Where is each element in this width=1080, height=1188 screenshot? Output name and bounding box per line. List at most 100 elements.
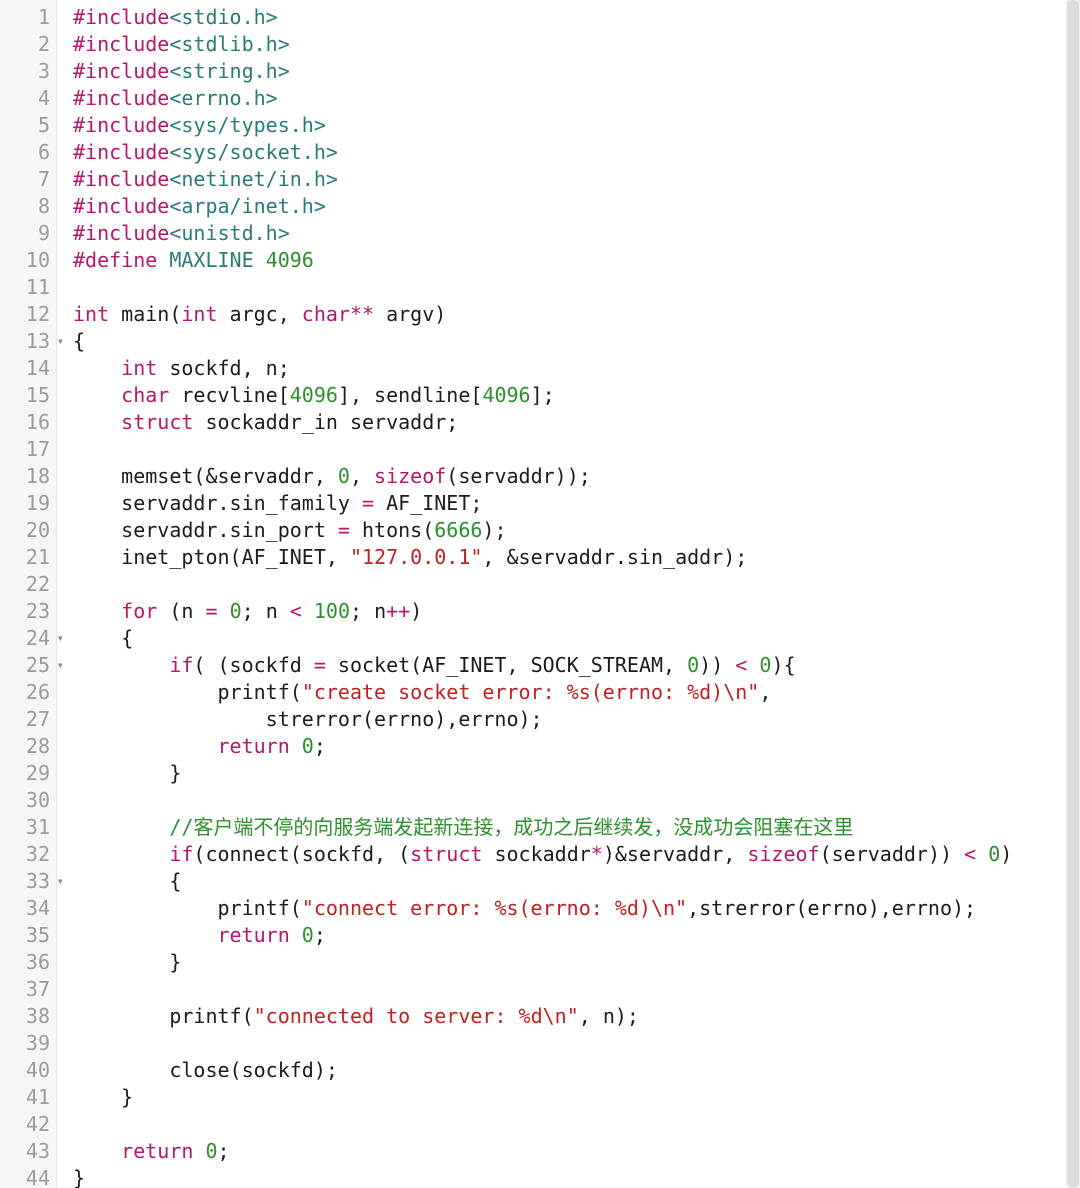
code-line[interactable]: #define MAXLINE 4096 — [73, 247, 1080, 274]
token-id — [302, 599, 314, 623]
code-line[interactable]: #include<string.h> — [73, 58, 1080, 85]
token-hdr: <netinet/in.h> — [169, 167, 338, 191]
token-kw: if — [169, 842, 193, 866]
token-kw: return — [218, 923, 290, 947]
token-op: = — [205, 599, 217, 623]
code-line[interactable]: int sockfd, n; — [73, 355, 1080, 382]
code-line[interactable]: #include<sys/types.h> — [73, 112, 1080, 139]
token-kw: struct — [410, 842, 482, 866]
line-number: 39 — [0, 1030, 50, 1057]
line-number: 5 — [0, 112, 50, 139]
line-number: 28 — [0, 733, 50, 760]
code-line[interactable] — [73, 1111, 1080, 1138]
line-number: 21 — [0, 544, 50, 571]
token-hdr: <sys/types.h> — [169, 113, 326, 137]
line-number: 32 — [0, 841, 50, 868]
token-id: { — [73, 869, 181, 893]
line-number: 43 — [0, 1138, 50, 1165]
token-id: (servaddr)) — [820, 842, 965, 866]
code-line[interactable]: //客户端不停的向服务端发起新连接，成功之后继续发，没成功会阻塞在这里 — [73, 814, 1080, 841]
code-line[interactable]: if( (sockfd = socket(AF_INET, SOCK_STREA… — [73, 652, 1080, 679]
token-num: 0 — [230, 599, 242, 623]
code-line[interactable]: return 0; — [73, 733, 1080, 760]
token-id — [73, 599, 121, 623]
code-area[interactable]: #include<stdio.h>#include<stdlib.h>#incl… — [57, 0, 1080, 1188]
code-line[interactable]: return 0; — [73, 922, 1080, 949]
token-op: < — [290, 599, 302, 623]
token-hdr: MAXLINE — [169, 248, 253, 272]
code-line[interactable]: } — [73, 949, 1080, 976]
token-id — [254, 248, 266, 272]
vertical-scrollbar[interactable] — [1066, 0, 1080, 1188]
code-editor[interactable]: 12345678910111213▾1415161718192021222324… — [0, 0, 1080, 1188]
line-number: 1 — [0, 4, 50, 31]
line-number: 33▾ — [0, 868, 50, 895]
code-line[interactable]: } — [73, 760, 1080, 787]
code-line[interactable]: { — [73, 868, 1080, 895]
code-line[interactable]: close(sockfd); — [73, 1057, 1080, 1084]
code-line[interactable]: memset(&servaddr, 0, sizeof(servaddr)); — [73, 463, 1080, 490]
token-id: main( — [109, 302, 181, 326]
code-line[interactable] — [73, 787, 1080, 814]
code-line[interactable] — [73, 976, 1080, 1003]
line-number: 16 — [0, 409, 50, 436]
code-line[interactable]: #include<netinet/in.h> — [73, 166, 1080, 193]
token-pp: #include — [73, 86, 169, 110]
code-line[interactable]: #include<errno.h> — [73, 85, 1080, 112]
token-id: } — [73, 1166, 85, 1188]
code-line[interactable]: #include<stdlib.h> — [73, 31, 1080, 58]
code-line[interactable]: strerror(errno),errno); — [73, 706, 1080, 733]
code-line[interactable]: if(connect(sockfd, (struct sockaddr*)&se… — [73, 841, 1080, 868]
token-num: 0 — [302, 734, 314, 758]
code-line[interactable]: printf("create socket error: %s(errno: %… — [73, 679, 1080, 706]
token-id: ; n — [242, 599, 290, 623]
token-id: } — [73, 950, 181, 974]
token-hdr: <stdio.h> — [169, 5, 277, 29]
token-num: 4096 — [290, 383, 338, 407]
token-id — [193, 1139, 205, 1163]
token-num: 0 — [338, 464, 350, 488]
code-line[interactable]: for (n = 0; n < 100; n++) — [73, 598, 1080, 625]
code-line[interactable]: return 0; — [73, 1138, 1080, 1165]
line-number: 25▾ — [0, 652, 50, 679]
code-line[interactable]: #include<unistd.h> — [73, 220, 1080, 247]
token-hdr: <string.h> — [169, 59, 289, 83]
token-kw: int — [73, 302, 109, 326]
code-line[interactable]: #include<sys/socket.h> — [73, 139, 1080, 166]
token-id: close(sockfd); — [73, 1058, 338, 1082]
token-id: ) — [410, 599, 422, 623]
code-line[interactable]: printf("connect error: %s(errno: %d)\n",… — [73, 895, 1080, 922]
code-line[interactable]: { — [73, 328, 1080, 355]
token-id: argv) — [374, 302, 446, 326]
line-number: 27 — [0, 706, 50, 733]
code-line[interactable] — [73, 274, 1080, 301]
code-line[interactable]: inet_pton(AF_INET, "127.0.0.1", &servadd… — [73, 544, 1080, 571]
token-num: 4096 — [482, 383, 530, 407]
token-id — [73, 842, 169, 866]
token-op: ** — [350, 302, 374, 326]
code-line[interactable]: printf("connected to server: %d\n", n); — [73, 1003, 1080, 1030]
token-kw: return — [218, 734, 290, 758]
line-number: 37 — [0, 976, 50, 1003]
token-id — [747, 653, 759, 677]
code-line[interactable]: servaddr.sin_port = htons(6666); — [73, 517, 1080, 544]
code-line[interactable]: #include<stdio.h> — [73, 4, 1080, 31]
token-id: servaddr.sin_family — [73, 491, 362, 515]
code-line[interactable]: { — [73, 625, 1080, 652]
token-hdr: <stdlib.h> — [169, 32, 289, 56]
line-number: 30 — [0, 787, 50, 814]
token-id: } — [73, 1085, 133, 1109]
code-line[interactable]: int main(int argc, char** argv) — [73, 301, 1080, 328]
token-num: 100 — [314, 599, 350, 623]
code-line[interactable] — [73, 1030, 1080, 1057]
code-line[interactable] — [73, 571, 1080, 598]
scrollbar-thumb[interactable] — [1067, 0, 1079, 1188]
code-line[interactable]: struct sockaddr_in servaddr; — [73, 409, 1080, 436]
code-line[interactable]: } — [73, 1084, 1080, 1111]
code-line[interactable]: #include<arpa/inet.h> — [73, 193, 1080, 220]
code-line[interactable]: } — [73, 1165, 1080, 1188]
code-line[interactable] — [73, 436, 1080, 463]
code-line[interactable]: servaddr.sin_family = AF_INET; — [73, 490, 1080, 517]
code-line[interactable]: char recvline[4096], sendline[4096]; — [73, 382, 1080, 409]
token-id: (servaddr)); — [446, 464, 591, 488]
